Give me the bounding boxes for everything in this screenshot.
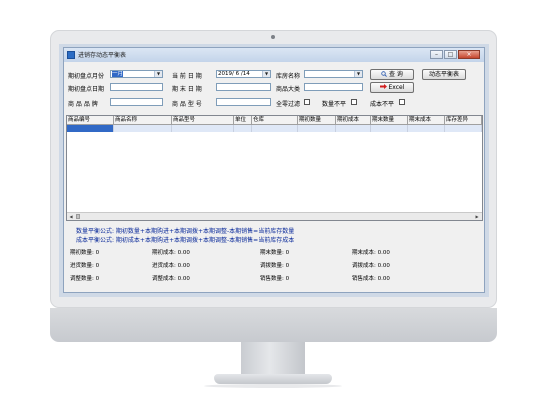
camera-dot [271,35,275,39]
column-header-closing-cost[interactable]: 期末成本 [408,116,445,125]
excel-button-label: Excel [388,84,405,91]
closing-qty-stat: 期末数量: 0 [260,250,290,256]
product-category-field[interactable] [304,83,363,91]
horizontal-scrollbar[interactable]: ◀ ▶ [67,212,482,220]
column-header-stock-diff[interactable]: 库存差异 [445,116,482,125]
period-month-value: 一月 [112,71,124,77]
dynamic-balance-button[interactable]: 动态平衡表 [422,69,466,80]
brand-label: 商 品 品 牌 [68,101,98,108]
excel-button[interactable]: Excel [370,82,414,93]
window-title: 进销存动态平衡表 [78,52,127,59]
column-header-opening-qty[interactable]: 期初数量 [298,116,336,125]
period-month-label: 期初盘点月份 [68,73,105,80]
maximize-button[interactable]: □ [444,50,457,59]
cost-formula: 成本平衡公式: 期初成本+本期购进+本期调拨+本期调整-本期销售=当前库存成本 [76,237,295,244]
opening-cost-stat: 期初成本: 0.00 [152,250,190,256]
qty-unbalanced-label: 数量不平 [322,101,347,108]
closing-cost-stat: 期末成本: 0.00 [352,250,390,256]
transfer-cost-stat: 调拨成本: 0.00 [352,263,390,269]
title-bar[interactable]: 进销存动态平衡表 – □ × [64,48,484,62]
adjust-cost-stat: 调整成本: 0.00 [152,276,190,282]
monitor-stand-foot [214,374,332,384]
purchase-qty-stat: 进货数量: 0 [70,263,100,269]
chevron-down-icon[interactable]: ▼ [354,71,362,77]
query-button-label: 查 询 [389,71,403,78]
table-row-cell[interactable] [298,125,336,132]
chevron-down-icon[interactable]: ▼ [262,71,270,77]
purchase-cost-stat: 进货成本: 0.00 [152,263,190,269]
magnifier-icon [381,71,387,77]
close-button[interactable]: × [458,50,480,59]
opening-qty-stat: 期初数量: 0 [70,250,100,256]
current-date-label: 当 前 日 期 [172,73,202,80]
warehouse-label: 库房名称 [276,73,301,80]
zero-filter-checkbox[interactable] [304,99,310,105]
period-date-label: 期初盘点日期 [68,86,105,93]
model-field[interactable] [216,98,271,106]
table-row-cell[interactable] [252,125,298,132]
scroll-thumb[interactable] [76,214,80,219]
scroll-left-icon[interactable]: ◀ [67,213,75,220]
column-header-product-code[interactable]: 商品编号 [67,116,114,125]
qty-unbalanced-checkbox[interactable] [351,99,357,105]
monitor-chin [50,308,497,342]
red-arrow-icon [379,84,387,89]
model-label: 商 品 型 号 [172,101,202,108]
app-window: 进销存动态平衡表 – □ × 期初盘点月份 一月 ▼ 当 前 日 期 2019/… [63,47,485,293]
adjust-qty-stat: 调整数量: 0 [70,276,100,282]
table-row-cell[interactable] [172,125,234,132]
data-grid[interactable]: 商品编号 商品名称 商品型号 单位 仓库 期初数量 期初成本 期末数量 期末成本… [66,115,483,221]
table-row-cell[interactable] [336,125,371,132]
current-date-picker[interactable]: 2019/ 6 /14 ▼ [216,70,271,78]
column-header-unit[interactable]: 单位 [234,116,252,125]
warehouse-select[interactable]: ▼ [304,70,363,78]
end-date-label: 期 末 日 期 [172,86,202,93]
column-header-product-name[interactable]: 商品名称 [114,116,172,125]
period-month-select[interactable]: 一月 ▼ [110,70,163,78]
table-row-cell[interactable] [371,125,408,132]
column-header-warehouse[interactable]: 仓库 [252,116,298,125]
transfer-qty-stat: 调拨数量: 0 [260,263,290,269]
table-row-cell[interactable] [234,125,252,132]
table-row-cell[interactable] [408,125,445,132]
table-row-cell[interactable] [114,125,172,132]
sales-qty-stat: 销售数量: 0 [260,276,290,282]
brand-field[interactable] [110,98,163,106]
column-header-closing-qty[interactable]: 期末数量 [371,116,408,125]
column-header-product-model[interactable]: 商品型号 [172,116,234,125]
column-header-opening-cost[interactable]: 期初成本 [336,116,371,125]
quantity-formula: 数量平衡公式: 期初数量+本期购进+本期调拨+本期调整-本期销售=当前库存数量 [76,228,295,235]
query-button[interactable]: 查 询 [370,69,414,80]
minimize-button[interactable]: – [430,50,443,59]
chevron-down-icon[interactable]: ▼ [154,71,162,77]
app-icon [67,51,75,59]
cost-unbalanced-label: 成本不平 [370,101,395,108]
stand-shadow [204,384,342,388]
zero-filter-label: 全零过滤 [276,101,301,108]
current-date-value: 2019/ 6 /14 [218,71,250,77]
sales-cost-stat: 销售成本: 0.00 [352,276,390,282]
table-row-cell[interactable] [445,125,482,132]
monitor-stand-neck [241,342,305,378]
product-category-label: 商品大类 [276,86,301,93]
table-row-cell[interactable] [67,125,114,132]
period-date-field[interactable] [110,83,163,91]
cost-unbalanced-checkbox[interactable] [399,99,405,105]
end-date-field[interactable] [216,83,271,91]
scroll-right-icon[interactable]: ▶ [473,213,481,220]
